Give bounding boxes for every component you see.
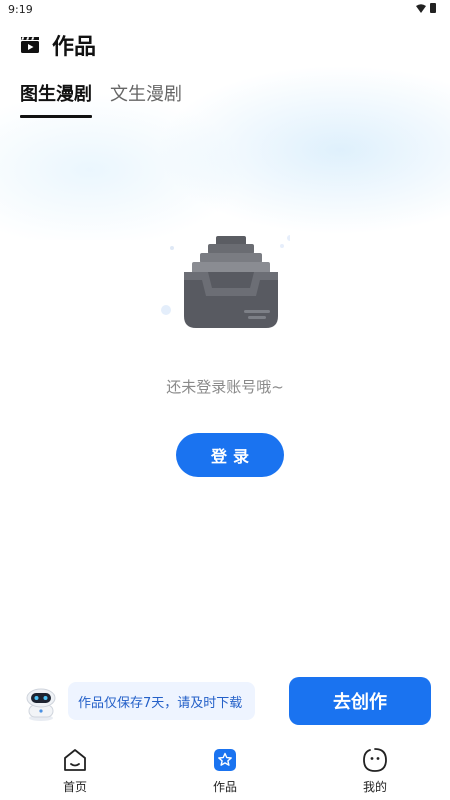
bottom-action-strip: 作品仅保存7天，请及时下载 去创作 xyxy=(0,672,450,732)
robot-assistant-icon[interactable] xyxy=(22,686,60,722)
empty-inbox-illustration xyxy=(161,235,290,328)
nav-label-profile: 我的 xyxy=(362,780,387,794)
bottom-navigation: 首页 作品 我的 xyxy=(0,740,450,800)
video-clapper-icon xyxy=(21,37,39,53)
works-icon xyxy=(214,749,236,771)
login-button[interactable]: 登录 xyxy=(176,433,284,477)
nav-item-works[interactable]: 作品 xyxy=(150,740,300,800)
retention-notice: 作品仅保存7天，请及时下载 xyxy=(68,682,255,720)
empty-state-message: 还未登录账号哦~ xyxy=(166,378,284,396)
home-icon xyxy=(64,749,86,771)
wifi-icon xyxy=(416,3,426,13)
tab-bar: 图生漫剧 文生漫剧 xyxy=(20,80,182,118)
profile-icon xyxy=(363,748,387,772)
status-time: 9:19 xyxy=(8,3,33,16)
nav-label-works: 作品 xyxy=(212,780,237,794)
nav-item-home[interactable]: 首页 xyxy=(0,740,150,800)
nav-item-profile[interactable]: 我的 xyxy=(300,740,450,800)
tab-image-to-comic[interactable]: 图生漫剧 xyxy=(20,80,92,118)
page-title: 作品 xyxy=(52,35,97,60)
status-bar: 9:19 xyxy=(0,0,450,22)
nav-label-home: 首页 xyxy=(62,780,87,794)
page-header: 作品 xyxy=(20,30,96,60)
tab-text-to-comic[interactable]: 文生漫剧 xyxy=(110,80,182,118)
status-icons xyxy=(416,3,436,13)
create-button[interactable]: 去创作 xyxy=(289,677,431,725)
battery-icon xyxy=(430,3,436,13)
